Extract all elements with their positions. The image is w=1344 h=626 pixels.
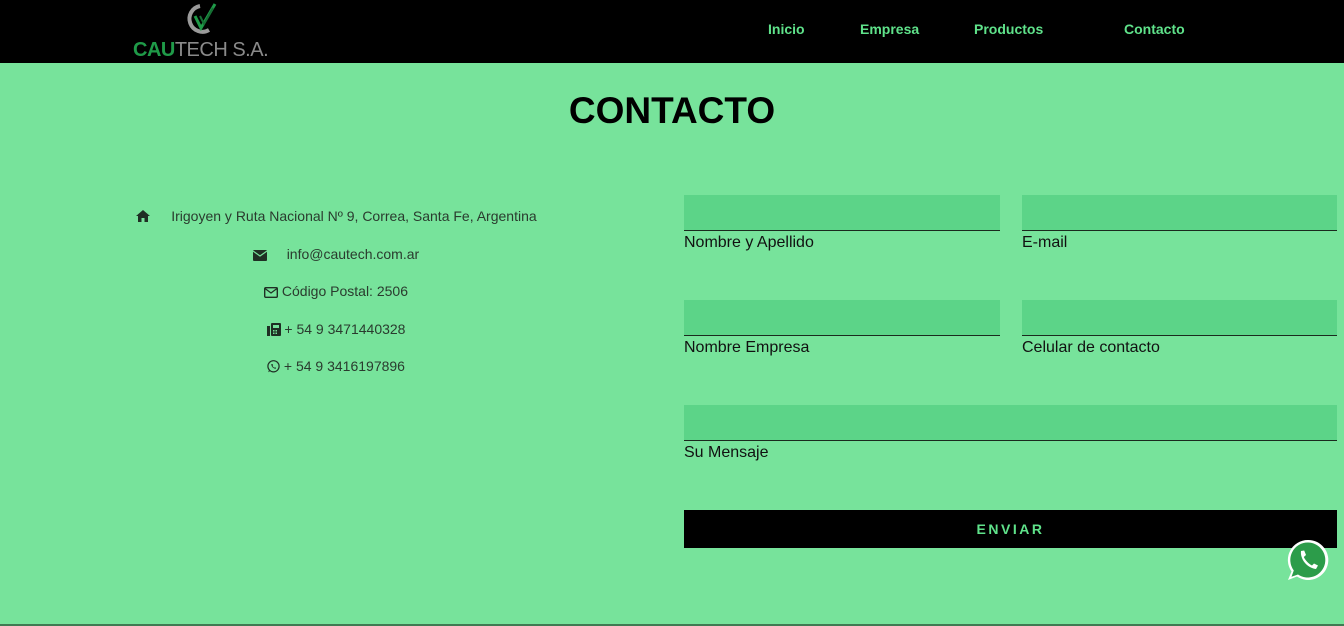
nav-inicio[interactable]: Inicio <box>768 21 805 37</box>
top-navbar: CAUTECH S.A. Inicio Empresa Productos Co… <box>0 0 1344 63</box>
email-row: info@cautech.com.ar <box>0 246 672 262</box>
phone-row: + 54 9 3471440328 <box>0 321 672 337</box>
send-button[interactable]: ENVIAR <box>684 510 1337 548</box>
nav-empresa[interactable]: Empresa <box>860 21 919 37</box>
whatsapp-text: + 54 9 3416197896 <box>280 358 405 374</box>
nav-productos[interactable]: Productos <box>974 21 1043 37</box>
page-title: CONTACTO <box>568 90 776 131</box>
name-field[interactable] <box>684 195 1000 231</box>
postal-text: Código Postal: 2506 <box>278 283 408 299</box>
home-icon <box>136 210 151 222</box>
address-text: Irigoyen y Ruta Nacional Nº 9, Correa, S… <box>171 208 537 224</box>
message-label: Su Mensaje <box>684 444 769 461</box>
address-row: Irigoyen y Ruta Nacional Nº 9, Correa, S… <box>0 208 672 224</box>
postal-row: Código Postal: 2506 <box>0 283 672 299</box>
logo[interactable]: CAUTECH S.A. <box>133 2 273 61</box>
phone-text: + 54 9 3471440328 <box>280 321 406 337</box>
logo-text-secondary: TECH S.A. <box>174 39 269 61</box>
envelope-outline-icon <box>264 287 278 298</box>
logo-text-primary: CAU <box>133 39 175 61</box>
whatsapp-float-icon[interactable] <box>1285 537 1331 583</box>
name-label: Nombre y Apellido <box>684 234 814 251</box>
company-label: Nombre Empresa <box>684 339 810 356</box>
mobile-field[interactable] <box>1022 300 1337 336</box>
email-text[interactable]: info@cautech.com.ar <box>287 246 420 262</box>
cautech-logo-mark-icon <box>187 3 217 34</box>
company-field[interactable] <box>684 300 1000 336</box>
email-label: E-mail <box>1022 234 1068 251</box>
email-field[interactable] <box>1022 195 1337 231</box>
logo-text: CAUTECH S.A. <box>133 39 269 61</box>
fax-icon <box>266 323 281 336</box>
envelope-icon <box>252 250 267 261</box>
whatsapp-row: + 54 9 3416197896 <box>0 358 672 374</box>
nav-contacto[interactable]: Contacto <box>1124 21 1185 37</box>
whatsapp-icon <box>267 360 280 373</box>
mobile-label: Celular de contacto <box>1022 339 1160 356</box>
message-field[interactable] <box>684 405 1337 441</box>
